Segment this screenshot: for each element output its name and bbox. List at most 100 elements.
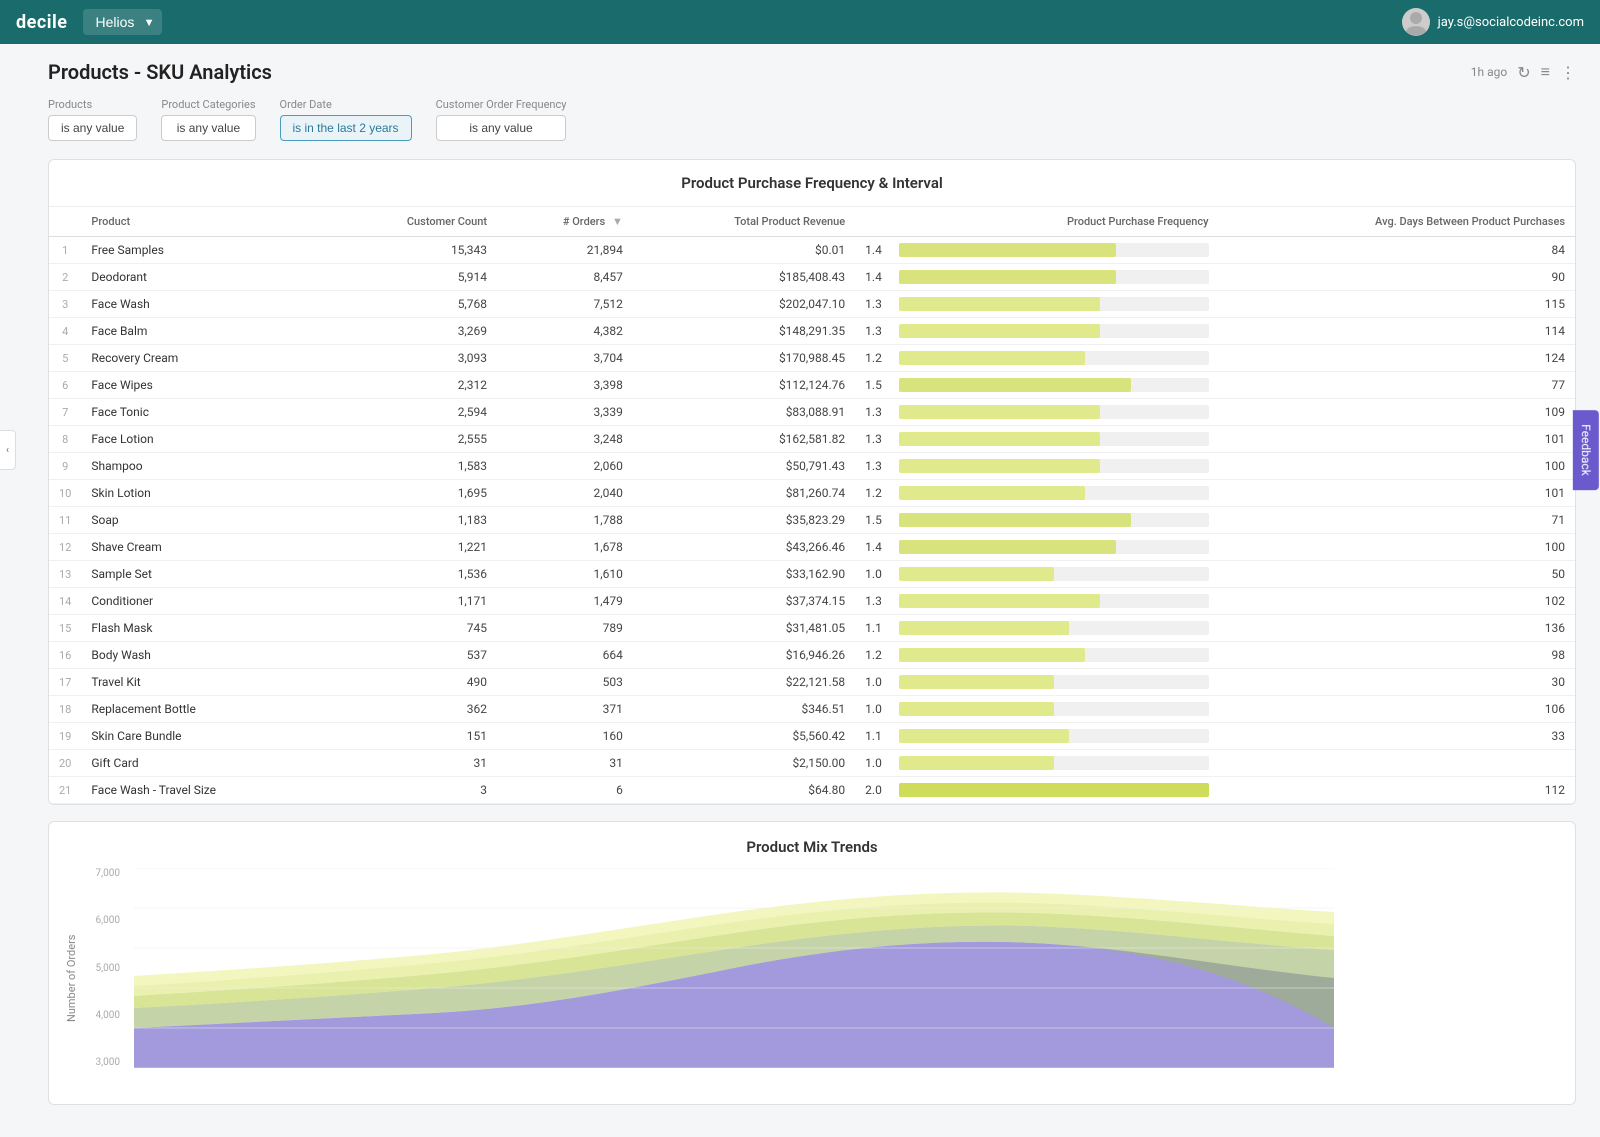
cell-rank: 21 bbox=[49, 777, 81, 804]
freq-bar bbox=[899, 378, 1131, 392]
cell-customer-count: 5,914 bbox=[327, 264, 497, 291]
cell-freq: 2.0 bbox=[855, 777, 1218, 804]
cell-customer-count: 490 bbox=[327, 669, 497, 696]
table-row: 18Replacement Bottle362371$346.511.0106 bbox=[49, 696, 1575, 723]
cell-product: Face Balm bbox=[81, 318, 327, 345]
freq-value: 1.0 bbox=[865, 567, 893, 581]
cell-product: Face Lotion bbox=[81, 426, 327, 453]
freq-bar bbox=[899, 486, 1085, 500]
cell-freq: 1.3 bbox=[855, 291, 1218, 318]
cell-avg-days: 30 bbox=[1219, 669, 1576, 696]
filter-button[interactable]: is in the last 2 years bbox=[280, 115, 412, 141]
cell-rank: 18 bbox=[49, 696, 81, 723]
table-row: 13Sample Set1,5361,610$33,162.901.050 bbox=[49, 561, 1575, 588]
filters: Productsis any valueProduct Categoriesis… bbox=[48, 98, 1576, 141]
freq-value: 1.2 bbox=[865, 648, 893, 662]
freq-bar-bg bbox=[899, 405, 1208, 419]
cell-customer-count: 1,583 bbox=[327, 453, 497, 480]
freq-bar-bg bbox=[899, 351, 1208, 365]
filter-icon[interactable]: ≡ bbox=[1541, 62, 1550, 82]
freq-bar bbox=[899, 675, 1054, 689]
cell-product: Face Tonic bbox=[81, 399, 327, 426]
freq-value: 1.1 bbox=[865, 621, 893, 635]
filter-button[interactable]: is any value bbox=[48, 115, 137, 141]
cell-orders: 7,512 bbox=[497, 291, 633, 318]
cell-rank: 9 bbox=[49, 453, 81, 480]
cell-avg-days: 50 bbox=[1219, 561, 1576, 588]
cell-avg-days: 100 bbox=[1219, 534, 1576, 561]
cell-freq: 1.3 bbox=[855, 318, 1218, 345]
table-row: 16Body Wash537664$16,946.261.298 bbox=[49, 642, 1575, 669]
freq-bar bbox=[899, 756, 1054, 770]
cell-customer-count: 362 bbox=[327, 696, 497, 723]
freq-bar bbox=[899, 324, 1100, 338]
cell-customer-count: 31 bbox=[327, 750, 497, 777]
y-tick-label: 7,000 bbox=[96, 868, 120, 879]
chart-area: Number of Orders 7,0006,0005,0004,0003,0… bbox=[65, 868, 1559, 1088]
top-header: decile Helios ▼ jay.s@socialcodeinc.com bbox=[0, 0, 1600, 44]
freq-bar-bg bbox=[899, 513, 1208, 527]
freq-bar bbox=[899, 351, 1085, 365]
freq-bar-bg bbox=[899, 540, 1208, 554]
user-info: jay.s@socialcodeinc.com bbox=[1402, 8, 1584, 36]
cell-avg-days bbox=[1219, 750, 1576, 777]
app-selector-wrap[interactable]: Helios ▼ bbox=[83, 9, 162, 35]
cell-freq: 1.3 bbox=[855, 399, 1218, 426]
cell-orders: 4,382 bbox=[497, 318, 633, 345]
feedback-tab[interactable]: Feedback bbox=[1573, 410, 1599, 490]
cell-revenue: $202,047.10 bbox=[633, 291, 855, 318]
table-row: 2Deodorant5,9148,457$185,408.431.490 bbox=[49, 264, 1575, 291]
cell-rank: 12 bbox=[49, 534, 81, 561]
table-row: 10Skin Lotion1,6952,040$81,260.741.2101 bbox=[49, 480, 1575, 507]
cell-orders: 2,060 bbox=[497, 453, 633, 480]
app-selector[interactable]: Helios bbox=[83, 9, 162, 35]
filter-group-order-date: Order Date is in the last 2 years bbox=[280, 98, 412, 141]
y-tick-label: 5,000 bbox=[96, 963, 120, 974]
col-orders[interactable]: # Orders ▼ bbox=[497, 207, 633, 237]
cell-product: Face Wash - Travel Size bbox=[81, 777, 327, 804]
cell-revenue: $81,260.74 bbox=[633, 480, 855, 507]
cell-revenue: $2,150.00 bbox=[633, 750, 855, 777]
cell-freq: 1.2 bbox=[855, 480, 1218, 507]
filter-label: Order Date bbox=[280, 98, 412, 111]
cell-product: Skin Care Bundle bbox=[81, 723, 327, 750]
more-icon[interactable]: ⋮ bbox=[1560, 63, 1576, 82]
cell-rank: 6 bbox=[49, 372, 81, 399]
filter-button[interactable]: is any value bbox=[161, 115, 255, 141]
freq-bar bbox=[899, 648, 1085, 662]
cell-revenue: $170,988.45 bbox=[633, 345, 855, 372]
freq-value: 1.1 bbox=[865, 729, 893, 743]
filter-button[interactable]: is any value bbox=[436, 115, 567, 141]
y-tick-label: 4,000 bbox=[96, 1010, 120, 1021]
freq-bar bbox=[899, 459, 1100, 473]
cell-avg-days: 136 bbox=[1219, 615, 1576, 642]
cell-rank: 8 bbox=[49, 426, 81, 453]
cell-orders: 789 bbox=[497, 615, 633, 642]
cell-orders: 1,479 bbox=[497, 588, 633, 615]
freq-bar-bg bbox=[899, 378, 1208, 392]
cell-avg-days: 101 bbox=[1219, 480, 1576, 507]
sidebar-toggle[interactable]: ‹ bbox=[0, 430, 16, 470]
header-left: decile Helios ▼ bbox=[16, 9, 162, 35]
freq-value: 1.0 bbox=[865, 756, 893, 770]
cell-product: Face Wash bbox=[81, 291, 327, 318]
freq-bar-bg bbox=[899, 783, 1208, 797]
table-row: 11Soap1,1831,788$35,823.291.571 bbox=[49, 507, 1575, 534]
table-row: 9Shampoo1,5832,060$50,791.431.3100 bbox=[49, 453, 1575, 480]
freq-bar-bg bbox=[899, 270, 1208, 284]
cell-rank: 5 bbox=[49, 345, 81, 372]
freq-bar-bg bbox=[899, 756, 1208, 770]
freq-bar-bg bbox=[899, 459, 1208, 473]
freq-bar bbox=[899, 297, 1100, 311]
freq-bar bbox=[899, 243, 1116, 257]
cell-freq: 1.5 bbox=[855, 507, 1218, 534]
col-avg-days: Avg. Days Between Product Purchases bbox=[1219, 207, 1576, 237]
cell-customer-count: 1,183 bbox=[327, 507, 497, 534]
cell-orders: 3,704 bbox=[497, 345, 633, 372]
cell-rank: 3 bbox=[49, 291, 81, 318]
refresh-icon[interactable]: ↻ bbox=[1517, 63, 1530, 82]
cell-orders: 31 bbox=[497, 750, 633, 777]
cell-orders: 664 bbox=[497, 642, 633, 669]
freq-bar-bg bbox=[899, 702, 1208, 716]
cell-revenue: $22,121.58 bbox=[633, 669, 855, 696]
